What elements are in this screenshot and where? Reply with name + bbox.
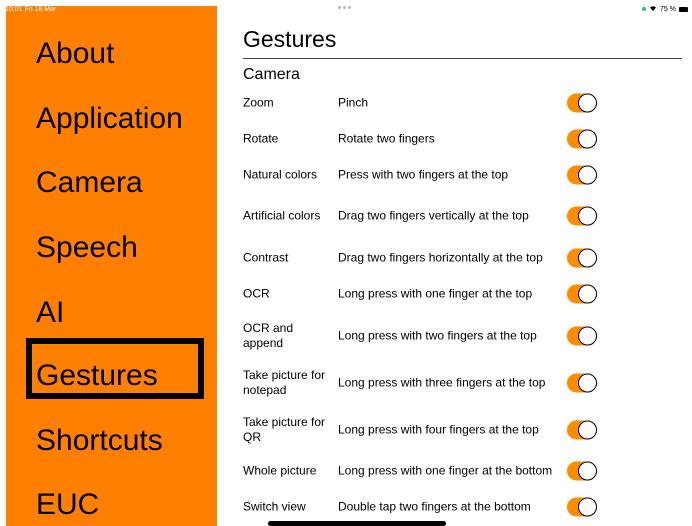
gesture-name: Take picture for notepad — [243, 368, 326, 397]
sidebar-item-gestures[interactable]: Gestures — [36, 359, 158, 393]
gesture-toggle[interactable] — [567, 373, 597, 393]
toggle-knob — [578, 284, 597, 304]
gesture-name: Contrast — [243, 250, 289, 265]
sidebar-item-camera[interactable]: Camera — [36, 166, 143, 200]
gesture-name: Natural colors — [243, 167, 318, 182]
gesture-name: Zoom — [243, 95, 274, 110]
gesture-name: OCR — [243, 286, 270, 301]
sidebar-item-about[interactable]: About — [36, 37, 114, 71]
gesture-description: Rotate two fingers — [338, 131, 435, 146]
gesture-description: Pinch — [338, 95, 369, 110]
toggle-knob — [578, 93, 597, 113]
sidebar-item-speech[interactable]: Speech — [36, 231, 138, 265]
gesture-toggle[interactable] — [567, 461, 597, 481]
gesture-name: Take picture for QR — [243, 415, 326, 444]
sidebar-item-ai[interactable]: AI — [36, 296, 64, 330]
gestures-panel: Gestures Camera Zoom Pinch Rotate Rotate… — [243, 0, 683, 526]
gesture-description: Double tap two fingers at the bottom — [338, 499, 531, 514]
gesture-toggle[interactable] — [567, 326, 597, 346]
gesture-toggle[interactable] — [567, 420, 597, 440]
page-title: Gestures — [243, 26, 337, 52]
app-root: About Application Camera Speech AI Gestu… — [0, 0, 692, 526]
gesture-description: Drag two fingers horizontally at the top — [338, 250, 543, 265]
gesture-toggle[interactable] — [567, 129, 597, 149]
toggle-knob — [578, 497, 597, 517]
sidebar: About Application Camera Speech AI Gestu… — [6, 6, 217, 526]
sidebar-item-shortcuts[interactable]: Shortcuts — [36, 424, 163, 458]
sidebar-item-application[interactable]: Application — [36, 102, 183, 136]
toggle-knob — [578, 373, 597, 393]
gesture-toggle[interactable] — [567, 284, 597, 304]
gesture-name: Whole picture — [243, 463, 317, 478]
gesture-name: OCR and append — [243, 321, 294, 350]
gesture-toggle[interactable] — [567, 165, 597, 185]
home-indicator[interactable] — [268, 521, 446, 526]
gesture-name: Rotate — [243, 131, 279, 146]
gesture-name: Artificial colors — [243, 208, 321, 223]
title-divider — [243, 58, 682, 59]
gesture-description: Long press with two fingers at the top — [338, 328, 537, 343]
toggle-knob — [578, 165, 597, 185]
toggle-knob — [578, 420, 597, 440]
gesture-description: Long press with three fingers at the top — [338, 375, 546, 390]
gesture-description: Long press with one finger at the top — [338, 286, 533, 301]
gesture-description: Long press with four fingers at the top — [338, 422, 539, 437]
status-time: 10:01 Fri 18 Mar — [5, 6, 57, 13]
gesture-description: Press with two fingers at the top — [338, 167, 509, 182]
gesture-toggle[interactable] — [567, 497, 597, 517]
toggle-knob — [578, 206, 597, 226]
section-heading: Camera — [243, 66, 300, 83]
gesture-description: Long press with one finger at the bottom — [338, 463, 553, 478]
toggle-knob — [578, 248, 597, 268]
gesture-toggle[interactable] — [567, 206, 597, 226]
toggle-knob — [578, 461, 597, 481]
toggle-knob — [578, 326, 597, 346]
gesture-description: Drag two fingers vertically at the top — [338, 208, 529, 223]
toggle-knob — [578, 129, 597, 149]
gesture-toggle[interactable] — [567, 93, 597, 113]
sidebar-item-euc[interactable]: EUC — [36, 488, 99, 522]
gesture-name: Switch view — [243, 499, 306, 514]
gesture-toggle[interactable] — [567, 248, 597, 268]
